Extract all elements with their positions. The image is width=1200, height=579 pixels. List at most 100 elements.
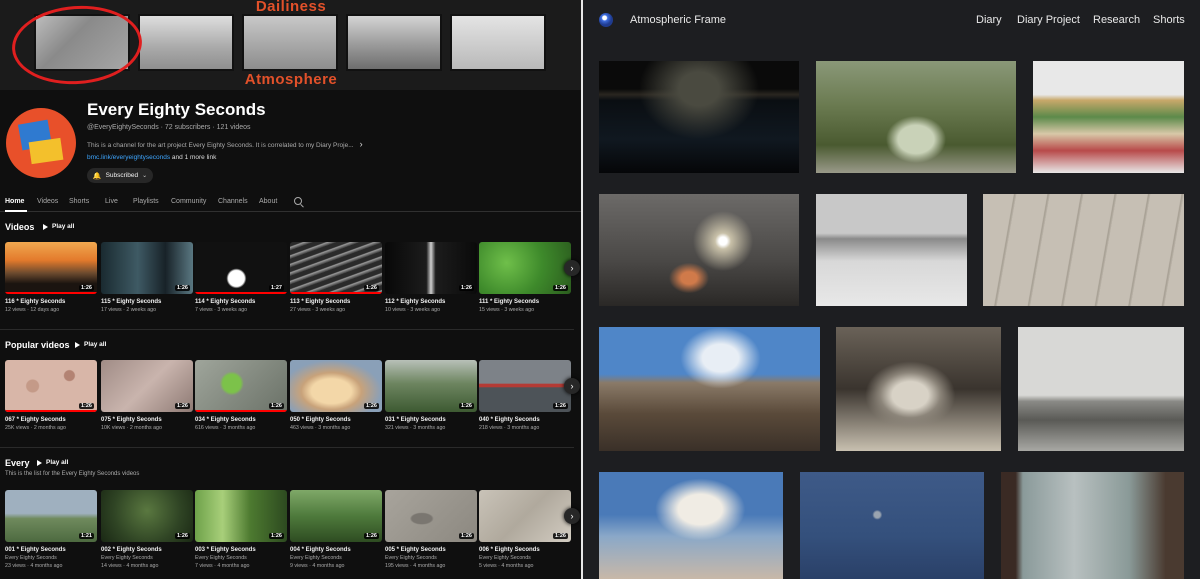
video-title[interactable]: 004 * Eighty Seconds — [290, 547, 382, 553]
carousel-next-button[interactable]: › — [564, 260, 580, 276]
video-thumbnail[interactable]: 1:26 — [385, 242, 477, 294]
channel-avatar[interactable] — [6, 108, 76, 178]
video-card[interactable]: 1:26 111 * Eighty Seconds 15 views · 3 w… — [479, 242, 571, 313]
video-title[interactable]: 005 * Eighty Seconds — [385, 547, 477, 553]
video-title[interactable]: 111 * Eighty Seconds — [479, 299, 571, 305]
video-card[interactable]: 1:26 031 * Eighty Seconds 321 views · 3 … — [385, 360, 477, 431]
video-thumbnail[interactable]: 1:26 — [195, 490, 287, 542]
video-thumbnail[interactable]: 1:26 — [101, 360, 193, 412]
channel-link-more[interactable]: and 1 more link — [170, 154, 216, 161]
video-title[interactable]: 050 * Eighty Seconds — [290, 417, 382, 423]
video-channel[interactable]: Every Eighty Seconds — [101, 555, 193, 561]
video-card[interactable]: 1:26 067 * Eighty Seconds 25K views · 2 … — [5, 360, 97, 431]
video-thumbnail[interactable]: 1:26 — [101, 242, 193, 294]
site-logo-icon[interactable] — [599, 13, 613, 27]
tab-community[interactable]: Community — [171, 198, 206, 205]
gallery-photo[interactable] — [816, 194, 967, 306]
video-card[interactable]: 1:26 004 * Eighty Seconds Every Eighty S… — [290, 490, 382, 569]
nav-shorts[interactable]: Shorts — [1153, 14, 1185, 26]
carousel-next-button[interactable]: › — [564, 508, 580, 524]
video-thumbnail[interactable]: 1:21 — [5, 490, 97, 542]
video-card[interactable]: 1:26 075 * Eighty Seconds 10K views · 2 … — [101, 360, 193, 431]
video-title[interactable]: 116 * Eighty Seconds — [5, 299, 97, 305]
tab-about[interactable]: About — [259, 198, 277, 205]
video-title[interactable]: 040 * Eighty Seconds — [479, 417, 571, 423]
video-thumbnail[interactable]: 1:26 — [290, 490, 382, 542]
video-thumbnail[interactable]: 1:26 — [385, 360, 477, 412]
gallery-photo[interactable] — [599, 327, 820, 451]
video-thumbnail[interactable]: 1:26 — [479, 490, 571, 542]
video-card[interactable]: 1:26 034 * Eighty Seconds 616 views · 3 … — [195, 360, 287, 431]
video-title[interactable]: 112 * Eighty Seconds — [385, 299, 477, 305]
video-thumbnail[interactable]: 1:26 — [385, 490, 477, 542]
gallery-photo[interactable] — [1018, 327, 1184, 451]
section-divider — [0, 447, 574, 448]
tab-live[interactable]: Live — [105, 198, 118, 205]
video-card[interactable]: 1:26 003 * Eighty Seconds Every Eighty S… — [195, 490, 287, 569]
video-channel[interactable]: Every Eighty Seconds — [5, 555, 97, 561]
gallery-photo[interactable] — [599, 472, 783, 579]
video-thumbnail[interactable]: 1:26 — [5, 242, 97, 294]
gallery-photo[interactable] — [1033, 61, 1184, 173]
nav-research[interactable]: Research — [1093, 14, 1140, 26]
site-title[interactable]: Atmospheric Frame — [630, 14, 726, 26]
video-title[interactable]: 114 * Eighty Seconds — [195, 299, 287, 305]
play-all-videos[interactable]: Play all — [43, 223, 74, 230]
gallery-photo[interactable] — [983, 194, 1184, 306]
video-card[interactable]: 1:26 115 * Eighty Seconds 17 views · 2 w… — [101, 242, 193, 313]
video-card[interactable]: 1:26 040 * Eighty Seconds 218 views · 3 … — [479, 360, 571, 431]
video-title[interactable]: 001 * Eighty Seconds — [5, 547, 97, 553]
video-card[interactable]: 1:26 116 * Eighty Seconds 12 views · 12 … — [5, 242, 97, 313]
video-card[interactable]: 1:26 112 * Eighty Seconds 10 views · 3 w… — [385, 242, 477, 313]
video-thumbnail[interactable]: 1:26 — [290, 242, 382, 294]
video-title[interactable]: 115 * Eighty Seconds — [101, 299, 193, 305]
gallery-photo[interactable] — [599, 61, 799, 173]
subscribed-button[interactable]: 🔔 Subscribed ⌄ — [87, 168, 153, 183]
video-channel[interactable]: Every Eighty Seconds — [479, 555, 571, 561]
video-thumbnail[interactable]: 1:26 — [5, 360, 97, 412]
gallery-photo[interactable] — [800, 472, 984, 579]
channel-link-url[interactable]: bmc.link/everyeightyseconds — [87, 154, 170, 161]
search-icon[interactable] — [294, 197, 302, 205]
video-title[interactable]: 075 * Eighty Seconds — [101, 417, 193, 423]
video-card[interactable]: 1:26 050 * Eighty Seconds 463 views · 3 … — [290, 360, 382, 431]
video-card[interactable]: 1:26 006 * Eighty Seconds Every Eighty S… — [479, 490, 571, 569]
tab-shorts[interactable]: Shorts — [69, 198, 89, 205]
video-title[interactable]: 067 * Eighty Seconds — [5, 417, 97, 423]
video-channel[interactable]: Every Eighty Seconds — [195, 555, 287, 561]
tab-home[interactable]: Home — [5, 198, 24, 205]
play-all-popular[interactable]: Play all — [75, 341, 106, 348]
video-card[interactable]: 1:27 114 * Eighty Seconds 7 views · 3 we… — [195, 242, 287, 313]
carousel-next-button[interactable]: › — [564, 378, 580, 394]
video-title[interactable]: 034 * Eighty Seconds — [195, 417, 287, 423]
video-title[interactable]: 113 * Eighty Seconds — [290, 299, 382, 305]
gallery-photo[interactable] — [816, 61, 1016, 173]
nav-diary[interactable]: Diary — [976, 14, 1002, 26]
video-card[interactable]: 1:26 005 * Eighty Seconds Every Eighty S… — [385, 490, 477, 569]
video-channel[interactable]: Every Eighty Seconds — [385, 555, 477, 561]
video-channel[interactable]: Every Eighty Seconds — [290, 555, 382, 561]
gallery-photo[interactable] — [1001, 472, 1184, 579]
tab-channels[interactable]: Channels — [218, 198, 248, 205]
video-title[interactable]: 003 * Eighty Seconds — [195, 547, 287, 553]
video-title[interactable]: 031 * Eighty Seconds — [385, 417, 477, 423]
tab-playlists[interactable]: Playlists — [133, 198, 159, 205]
gallery-photo[interactable] — [836, 327, 1001, 451]
tab-videos[interactable]: Videos — [37, 198, 58, 205]
video-card[interactable]: 1:26 113 * Eighty Seconds 27 views · 3 w… — [290, 242, 382, 313]
video-thumbnail[interactable]: 1:26 — [290, 360, 382, 412]
nav-diary-project[interactable]: Diary Project — [1017, 14, 1080, 26]
video-card[interactable]: 1:21 001 * Eighty Seconds Every Eighty S… — [5, 490, 97, 569]
video-thumbnail[interactable]: 1:26 — [195, 360, 287, 412]
gallery-photo[interactable] — [599, 194, 799, 306]
video-thumbnail[interactable]: 1:27 — [195, 242, 287, 294]
video-thumbnail[interactable]: 1:26 — [101, 490, 193, 542]
channel-description[interactable]: This is a channel for the art project Ev… — [87, 139, 417, 149]
play-all-every[interactable]: Play all — [37, 459, 68, 466]
video-card[interactable]: 1:26 002 * Eighty Seconds Every Eighty S… — [101, 490, 193, 569]
video-thumbnail[interactable]: 1:26 — [479, 242, 571, 294]
video-thumbnail[interactable]: 1:26 — [479, 360, 571, 412]
banner-frame — [138, 14, 234, 71]
video-title[interactable]: 006 * Eighty Seconds — [479, 547, 571, 553]
video-title[interactable]: 002 * Eighty Seconds — [101, 547, 193, 553]
